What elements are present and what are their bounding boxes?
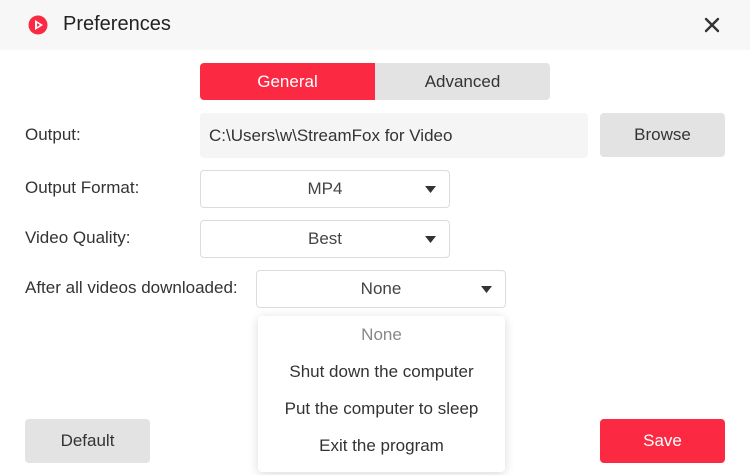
output-format-label: Output Format: [25,178,140,197]
tab-advanced[interactable]: Advanced [375,63,550,100]
caret-down-icon [425,236,436,243]
caret-down-icon [481,286,492,293]
after-download-label: After all videos downloaded: [25,278,238,297]
caret-down-icon [425,186,436,193]
output-path-field[interactable]: C:\Users\w\StreamFox for Video [200,113,588,158]
after-download-dropdown: None Shut down the computer Put the comp… [258,316,505,472]
close-icon[interactable] [700,13,724,37]
after-download-select[interactable]: None [256,270,506,308]
preferences-tabs: General Advanced [200,63,550,100]
output-format-value: MP4 [307,179,343,198]
video-quality-select[interactable]: Best [200,220,450,258]
save-button[interactable]: Save [600,419,725,463]
video-quality-label: Video Quality: [25,228,131,247]
after-download-value: None [360,279,402,298]
app-logo-icon [28,15,48,35]
output-label: Output: [25,125,81,144]
dropdown-option-exit[interactable]: Exit the program [258,427,505,464]
window-title: Preferences [63,13,171,35]
default-button[interactable]: Default [25,419,150,463]
dropdown-option-shutdown[interactable]: Shut down the computer [258,353,505,390]
browse-button[interactable]: Browse [600,113,725,157]
title-bar: Preferences [0,0,750,50]
output-format-select[interactable]: MP4 [200,170,450,208]
dropdown-option-sleep[interactable]: Put the computer to sleep [258,390,505,427]
tab-general[interactable]: General [200,63,375,100]
video-quality-value: Best [307,229,343,248]
dropdown-option-none[interactable]: None [258,316,505,353]
